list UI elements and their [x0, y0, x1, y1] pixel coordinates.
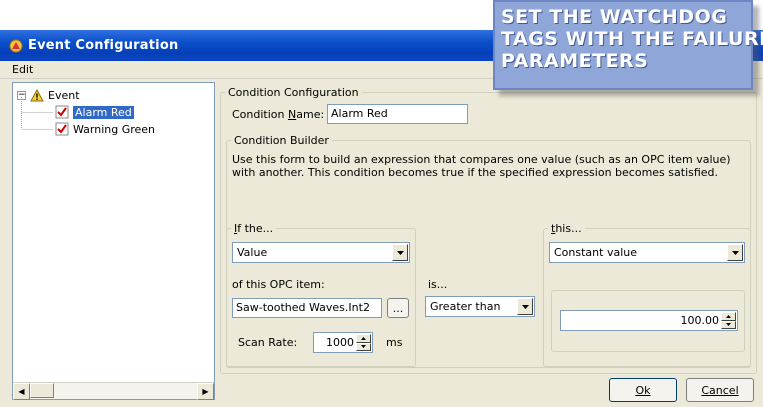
scan-rate-label: Scan Rate: [238, 336, 298, 349]
callout-line: TAGS WITH THE FAILURE [501, 28, 763, 50]
operator-select[interactable]: Greater than [425, 296, 535, 317]
comparison-type-select[interactable]: Constant value [549, 242, 745, 263]
scroll-track[interactable] [54, 383, 197, 399]
tree-item-label: Alarm Red [73, 105, 134, 119]
spin-up-icon[interactable] [721, 312, 736, 321]
operator-value: Greater than [430, 300, 501, 313]
browse-opc-button[interactable]: ... [387, 298, 409, 318]
scan-rate-unit: ms [386, 336, 403, 349]
is-label: is... [428, 278, 448, 291]
condition-name-label: Condition Name: [232, 108, 325, 121]
opc-item-label: of this OPC item: [232, 278, 325, 291]
source-type-value: Value [237, 246, 268, 259]
dropdown-arrow-icon[interactable] [392, 244, 408, 261]
source-type-select[interactable]: Value [232, 242, 410, 263]
ok-button[interactable]: Ok [609, 378, 677, 402]
spin-down-icon[interactable] [721, 320, 736, 329]
dropdown-arrow-icon[interactable] [727, 244, 743, 261]
constant-value: 100.00 [680, 314, 720, 327]
tree-horizontal-scrollbar[interactable]: ◀ ▶ [13, 382, 214, 400]
comparison-type-value: Constant value [554, 246, 637, 259]
cancel-button[interactable]: Cancel [686, 378, 754, 402]
tree-item-alarm-red[interactable]: Alarm Red [55, 104, 134, 120]
scroll-thumb[interactable] [30, 383, 54, 398]
dropdown-arrow-icon[interactable] [517, 298, 533, 315]
cancel-button-label: Cancel [701, 383, 739, 397]
scan-rate-value: 1000 [326, 336, 354, 349]
condition-configuration-legend: Condition Configuration [228, 86, 359, 99]
callout-line: SET THE WATCHDOG [501, 6, 728, 28]
constant-value-spinner[interactable]: 100.00 [560, 310, 738, 331]
tree-item-label: Warning Green [73, 122, 156, 136]
tree-item-warning-green[interactable]: Warning Green [55, 121, 155, 137]
window-title: Event Configuration [28, 38, 179, 53]
condition-builder-legend: Condition Builder [234, 134, 329, 147]
scroll-right-icon[interactable]: ▶ [197, 383, 214, 400]
opc-item-input[interactable]: Saw-toothed Waves.Int2 [232, 298, 382, 318]
condition-name-input[interactable]: Alarm Red [327, 104, 468, 124]
if-the-legend: If the... [234, 222, 274, 235]
tree-connector-lines [21, 97, 53, 130]
builder-description: Use this form to build an expression tha… [232, 153, 731, 179]
event-tree[interactable]: − Event Alarm Red Warning Green ◀ ▶ [12, 82, 215, 400]
menu-edit[interactable]: Edit [12, 63, 33, 76]
callout-line: PARAMETERS [501, 50, 649, 72]
scroll-left-icon[interactable]: ◀ [13, 383, 30, 400]
this-legend: this... [551, 222, 582, 235]
scan-rate-spinner[interactable]: 1000 [313, 332, 373, 353]
instruction-callout: SET THE WATCHDOG TAGS WITH THE FAILURE P… [493, 0, 763, 90]
spin-up-icon[interactable] [356, 334, 371, 343]
ok-button-label: Ok [635, 383, 651, 397]
event-config-app-icon [8, 38, 24, 54]
spin-down-icon[interactable] [356, 342, 371, 351]
